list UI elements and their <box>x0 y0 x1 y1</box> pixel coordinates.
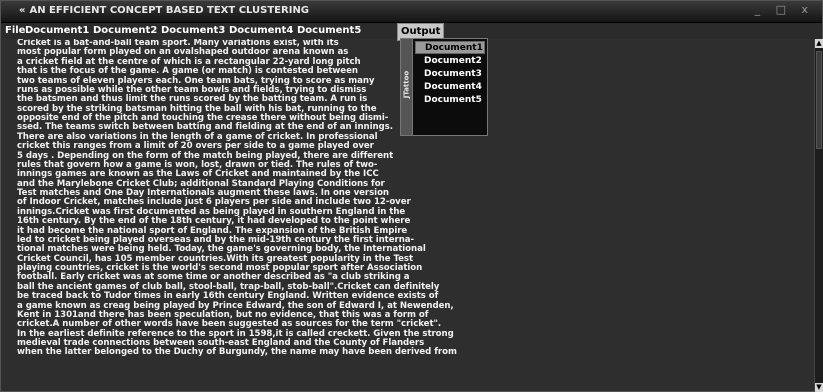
menu-file[interactable]: File <box>5 25 25 36</box>
output-dropdown-menu: JTattoo Document1 Document2 Document3 Do… <box>400 38 488 136</box>
scroll-down-icon[interactable]: ▼ <box>815 383 823 392</box>
scroll-thumb[interactable] <box>816 51 822 149</box>
menu-document3[interactable]: Document3 <box>161 25 225 36</box>
output-item-document4[interactable]: Document4 <box>415 81 485 94</box>
window-title: «AN EFFICIENT CONCEPT BASED TEXT CLUSTER… <box>19 5 309 16</box>
menu-bar: File Document1 Document2 Document3 Docum… <box>1 23 822 41</box>
dropdown-strip-label: JTattoo <box>402 70 411 99</box>
output-item-document5[interactable]: Document5 <box>415 94 485 107</box>
vertical-scrollbar[interactable]: ▲ ▼ <box>814 39 823 392</box>
document-text-line: when the latter belonged to the Duchy of… <box>17 347 457 358</box>
app-icon: « <box>19 5 26 16</box>
dropdown-side-strip: JTattoo <box>401 39 413 135</box>
window-controls[interactable]: _ □ x <box>755 3 814 16</box>
menu-document2[interactable]: Document2 <box>93 25 157 36</box>
scroll-up-icon[interactable]: ▲ <box>815 39 823 48</box>
output-item-document1[interactable]: Document1 <box>415 41 485 54</box>
output-item-document2[interactable]: Document2 <box>415 55 485 68</box>
title-bar[interactable]: «AN EFFICIENT CONCEPT BASED TEXT CLUSTER… <box>1 1 822 23</box>
menu-document1[interactable]: Document1 <box>25 25 89 36</box>
window-title-text: AN EFFICIENT CONCEPT BASED TEXT CLUSTERI… <box>29 5 310 16</box>
menu-document4[interactable]: Document4 <box>229 25 293 36</box>
output-item-document3[interactable]: Document3 <box>415 68 485 81</box>
app-window: «AN EFFICIENT CONCEPT BASED TEXT CLUSTER… <box>0 0 823 392</box>
menu-document5[interactable]: Document5 <box>297 25 361 36</box>
